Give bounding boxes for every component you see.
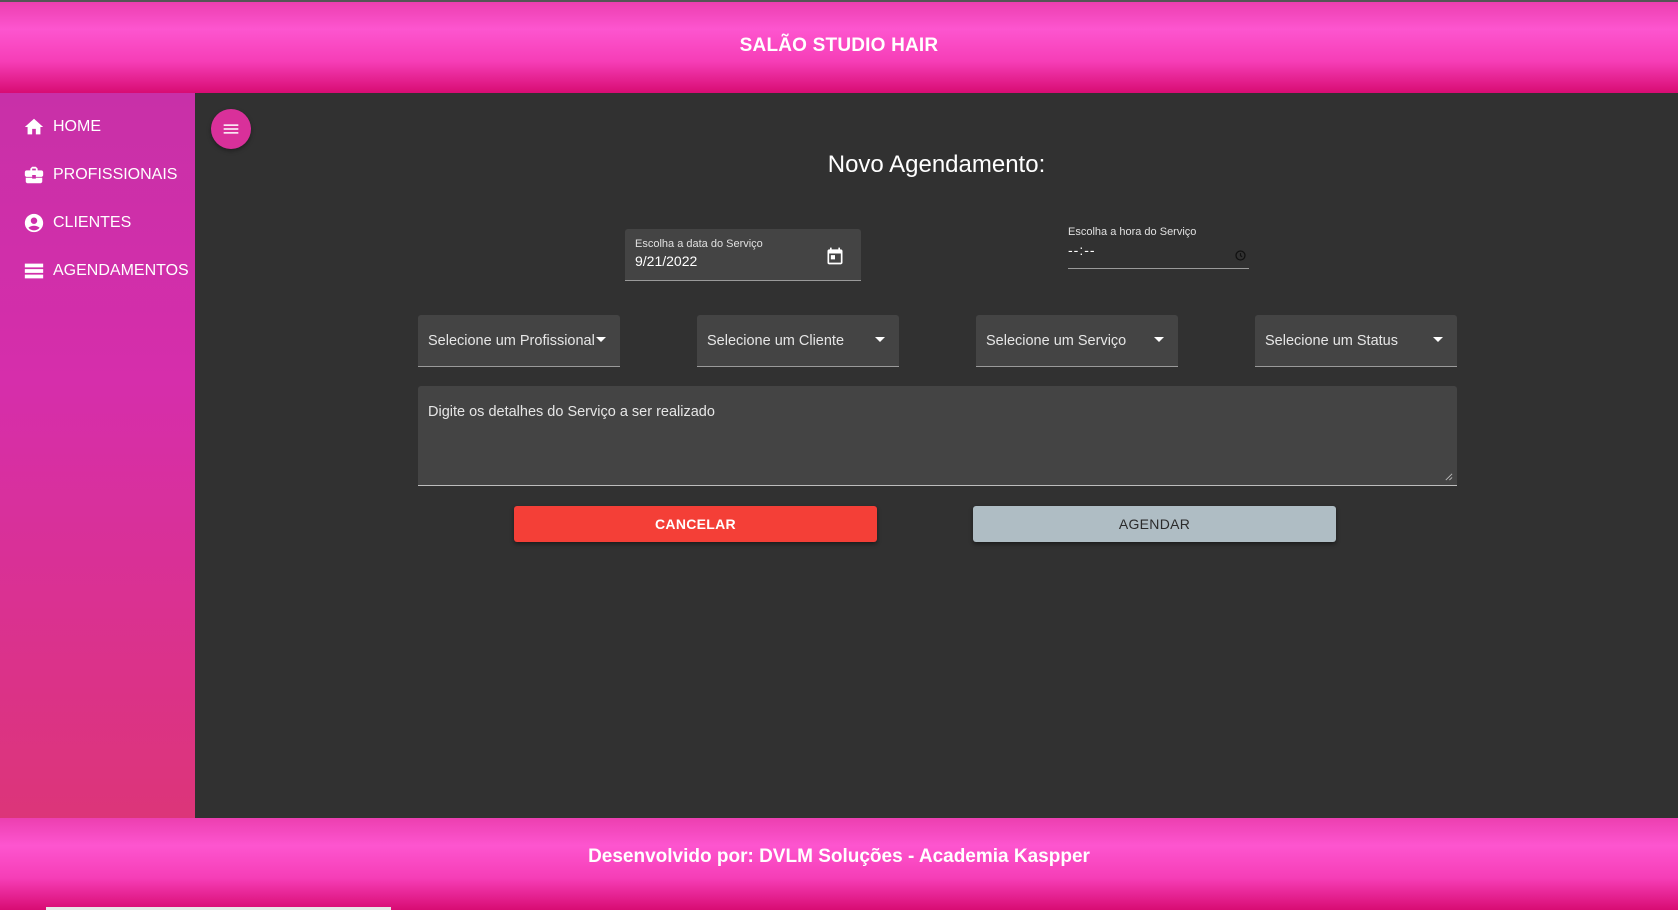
cancel-button[interactable]: CANCELAR	[514, 506, 877, 542]
details-placeholder: Digite os detalhes do Serviço a ser real…	[428, 404, 715, 420]
select-profissional-label: Selecione um Profissional	[428, 332, 595, 349]
home-icon	[24, 118, 44, 135]
menu-toggle-button[interactable]	[211, 109, 251, 149]
sidebar-item-clientes[interactable]: CLIENTES	[0, 199, 195, 247]
briefcase-icon	[24, 166, 44, 184]
footer-credits: Desenvolvido por: DVLM Soluções - Academ…	[588, 846, 1090, 867]
account-circle-icon	[24, 213, 44, 233]
sidebar: HOME PROFISSIONAIS CLIENTES AGENDAMENTOS	[0, 93, 195, 818]
time-field[interactable]: Escolha a hora do Serviço --:--	[1068, 226, 1249, 269]
clock-icon[interactable]	[1234, 249, 1247, 262]
select-cliente[interactable]: Selecione um Cliente	[697, 315, 899, 367]
date-field-label: Escolha a data do Serviço	[635, 238, 763, 250]
time-field-label: Escolha a hora do Serviço	[1068, 226, 1197, 238]
caret-down-icon	[1154, 337, 1164, 342]
select-status[interactable]: Selecione um Status	[1255, 315, 1457, 367]
resize-grip-icon[interactable]	[1444, 472, 1453, 481]
storage-icon	[24, 263, 44, 279]
date-field-value: 9/21/2022	[635, 253, 698, 269]
select-cliente-label: Selecione um Cliente	[707, 332, 845, 349]
sidebar-item-label: HOME	[53, 118, 101, 135]
sidebar-item-label: AGENDAMENTOS	[53, 262, 189, 279]
sidebar-item-agendamentos[interactable]: AGENDAMENTOS	[0, 247, 195, 295]
time-field-value: --:--	[1068, 242, 1096, 258]
caret-down-icon	[596, 337, 606, 342]
page-title: Novo Agendamento:	[827, 151, 1046, 178]
select-servico-label: Selecione um Serviço	[986, 332, 1127, 349]
calendar-icon[interactable]	[825, 246, 845, 266]
details-textarea[interactable]: Digite os detalhes do Serviço a ser real…	[418, 386, 1457, 486]
caret-down-icon	[875, 337, 885, 342]
select-profissional[interactable]: Selecione um Profissional	[418, 315, 620, 367]
main-content: Novo Agendamento: Escolha a data do Serv…	[195, 93, 1678, 818]
menu-icon	[223, 124, 239, 134]
sidebar-item-profissionais[interactable]: PROFISSIONAIS	[0, 151, 195, 199]
app-header: SALÃO STUDIO HAIR	[0, 0, 1678, 93]
app-title: SALÃO STUDIO HAIR	[739, 34, 939, 56]
sidebar-item-label: CLIENTES	[53, 214, 132, 231]
app-footer: Desenvolvido por: DVLM Soluções - Academ…	[0, 818, 1678, 910]
select-status-label: Selecione um Status	[1265, 332, 1398, 349]
caret-down-icon	[1433, 337, 1443, 342]
sidebar-item-label: PROFISSIONAIS	[53, 166, 178, 183]
date-field[interactable]: Escolha a data do Serviço 9/21/2022	[625, 229, 861, 281]
sidebar-item-home[interactable]: HOME	[0, 103, 195, 151]
schedule-button[interactable]: AGENDAR	[973, 506, 1336, 542]
select-servico[interactable]: Selecione um Serviço	[976, 315, 1178, 367]
